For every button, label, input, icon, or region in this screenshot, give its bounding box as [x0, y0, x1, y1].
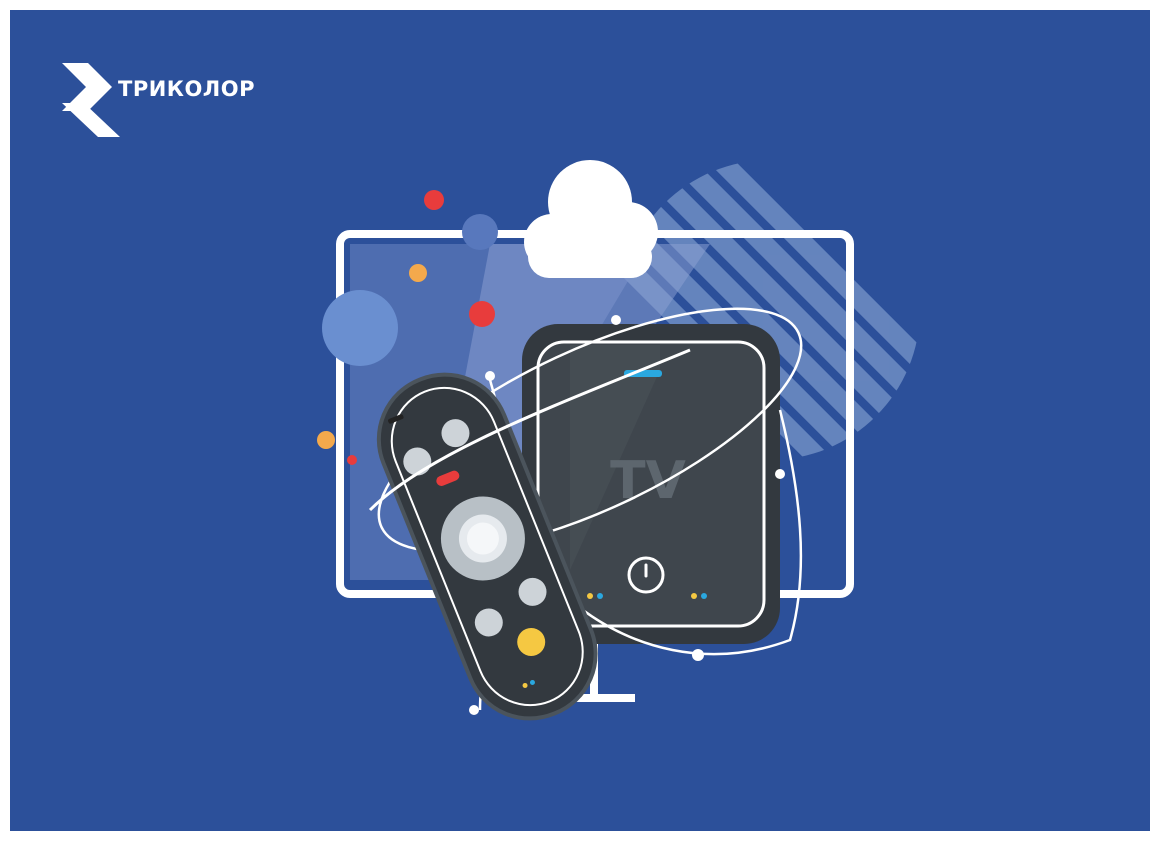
cloud-icon	[524, 160, 658, 278]
bubble-decoration	[347, 455, 357, 465]
bubble-decoration	[322, 290, 398, 366]
smart-tv-illustration: TV	[317, 160, 920, 721]
bubble-decoration	[317, 431, 335, 449]
bubble-decoration	[409, 264, 427, 282]
banner: ТРИКОЛОР TV	[10, 10, 1150, 831]
bubble-decoration	[469, 301, 495, 327]
bubble-decoration	[462, 214, 498, 250]
tv-label: TV	[610, 451, 686, 511]
bubble-decoration	[424, 190, 444, 210]
